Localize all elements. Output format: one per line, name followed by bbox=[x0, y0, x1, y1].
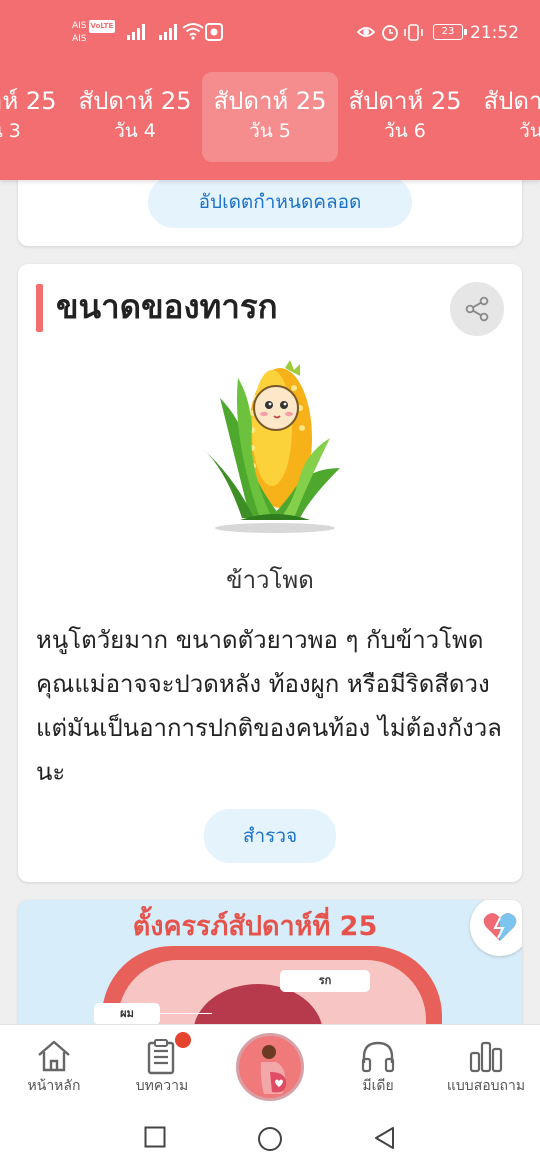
infographic-title: ตั้งครรภ์สัปดาห์ที่ 25 bbox=[132, 911, 378, 942]
heart-icon bbox=[483, 913, 517, 941]
recents-icon[interactable] bbox=[144, 1126, 166, 1148]
week-label: สัปดาห์ 25 bbox=[483, 87, 540, 115]
nav-articles[interactable]: บทความ bbox=[108, 1025, 216, 1107]
week-tab-day-4[interactable]: สัปดาห์ 25 วัน 4 bbox=[67, 72, 203, 162]
bottom-navigation: หน้าหลัก บทความ มีเดีย แบบสอบถาม bbox=[0, 1024, 540, 1106]
day-label: วัน 4 bbox=[114, 120, 156, 142]
signal-icon-2 bbox=[159, 24, 177, 40]
carrier-info: AIS VoLTE AIS bbox=[72, 20, 116, 46]
pregnancy-infographic-card[interactable]: ตั้งครรภ์สัปดาห์ที่ 25 รก ผม bbox=[18, 900, 522, 1040]
volte-badge: VoLTE bbox=[88, 20, 116, 33]
label-pointer bbox=[160, 1013, 212, 1014]
hotspot-icon bbox=[205, 23, 223, 41]
battery-icon: 23 bbox=[433, 24, 467, 40]
home-circle-icon[interactable] bbox=[257, 1126, 283, 1152]
explore-button[interactable]: สำรวจ bbox=[204, 809, 336, 863]
nav-survey[interactable]: แบบสอบถาม bbox=[432, 1025, 540, 1107]
favorite-button[interactable] bbox=[470, 900, 522, 956]
baby-size-card: ขนาดของทารก ข้าวโพด หนูโตวัยมาก ขนาดตัวย… bbox=[18, 264, 522, 882]
bar-chart-icon bbox=[469, 1041, 503, 1073]
center-pregnancy-button[interactable] bbox=[236, 1033, 304, 1101]
week-tab-day-5[interactable]: สัปดาห์ 25 วัน 5 bbox=[202, 72, 338, 162]
title-accent-bar bbox=[36, 284, 43, 332]
week-label: สัปดาห์ 25 bbox=[213, 87, 327, 115]
articles-icon bbox=[147, 1039, 175, 1075]
carrier-1: AIS bbox=[72, 21, 87, 31]
update-due-date-button[interactable]: อัปเดตกำหนดคลอด bbox=[148, 176, 412, 228]
share-button[interactable] bbox=[450, 282, 504, 336]
carrier-2: AIS bbox=[72, 34, 87, 44]
card-title: ขนาดของทารก bbox=[56, 287, 278, 326]
nav-home-label: หน้าหลัก bbox=[27, 1078, 81, 1094]
nav-home[interactable]: หน้าหลัก bbox=[0, 1025, 108, 1107]
app-screen: AIS VoLTE AIS 23 21:52 ห์ 25 3 สัปดาห์ 2… bbox=[0, 0, 540, 1170]
nav-articles-label: บทความ bbox=[135, 1078, 189, 1094]
day-label: วัน 7 bbox=[519, 120, 540, 142]
clock: 21:52 bbox=[470, 23, 519, 43]
pregnant-woman-icon bbox=[260, 1045, 287, 1094]
day-label: วัน 3 bbox=[0, 120, 21, 142]
week-tab-day-3[interactable]: สัปดาห์ 25 วัน 3 bbox=[0, 72, 68, 162]
status-bar: AIS VoLTE AIS 23 21:52 bbox=[0, 0, 540, 64]
nav-media[interactable]: มีเดีย bbox=[324, 1025, 432, 1107]
header: AIS VoLTE AIS 23 21:52 ห์ 25 3 สัปดาห์ 2… bbox=[0, 0, 540, 180]
week-label: สัปดาห์ 25 bbox=[348, 87, 462, 115]
wifi-icon bbox=[182, 23, 204, 40]
share-icon bbox=[465, 296, 489, 322]
system-navigation-bar bbox=[0, 1106, 540, 1170]
label-placenta: รก bbox=[280, 970, 370, 992]
day-label: วัน 5 bbox=[249, 120, 291, 142]
back-icon[interactable] bbox=[373, 1126, 395, 1150]
home-icon bbox=[38, 1040, 70, 1072]
headphones-icon bbox=[361, 1041, 395, 1073]
fruit-name: ข้าวโพด bbox=[226, 566, 314, 594]
nav-media-label: มีเดีย bbox=[362, 1078, 394, 1094]
notification-badge bbox=[175, 1032, 191, 1048]
status-icons-right bbox=[357, 24, 423, 41]
day-label: วัน 6 bbox=[384, 120, 426, 142]
size-description: หนูโตวัยมาก ขนาดตัวยาวพอ ๆ กับข้าวโพด คุ… bbox=[36, 626, 502, 786]
week-label: สัปดาห์ 25 bbox=[0, 87, 57, 115]
corn-illustration bbox=[202, 360, 340, 533]
signal-icon bbox=[127, 24, 145, 40]
nav-survey-label: แบบสอบถาม bbox=[446, 1078, 526, 1094]
week-label: สัปดาห์ 25 bbox=[78, 87, 192, 115]
week-tabs: สัปดาห์ 25 วัน 3 สัปดาห์ 25 วัน 4 สัปดาห… bbox=[0, 70, 540, 162]
week-tab-day-6[interactable]: สัปดาห์ 25 วัน 6 bbox=[337, 72, 473, 162]
week-tab-day-7[interactable]: สัปดาห์ 25 วัน 7 bbox=[472, 72, 540, 162]
label-hair: ผม bbox=[94, 1003, 160, 1025]
